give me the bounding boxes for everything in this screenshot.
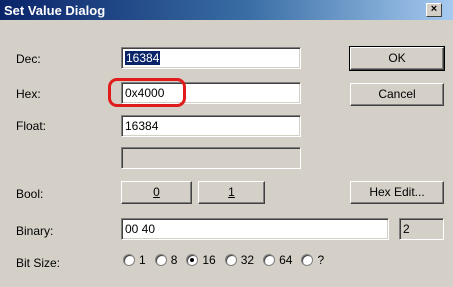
bit-size-option-label: 32	[240, 253, 255, 267]
bit-size-option-label: ?	[317, 253, 325, 267]
radio-button-icon	[301, 254, 314, 266]
ok-label: OK	[388, 51, 406, 65]
float-field[interactable]: 16384	[121, 115, 301, 137]
ok-button[interactable]: OK	[349, 46, 445, 71]
bit-size-label: Bit Size:	[16, 256, 61, 270]
window-title: Set Value Dialog	[4, 3, 106, 18]
bit-size-option-label: 64	[279, 253, 293, 267]
extra-field	[121, 147, 301, 169]
bool-label: Bool:	[16, 187, 44, 201]
close-icon: ×	[430, 3, 438, 15]
bit-size-option-64[interactable]: 64	[263, 253, 292, 267]
bit-size-option-32[interactable]: 32	[224, 253, 255, 267]
bit-size-option-label: 8	[170, 253, 178, 267]
bool-false-button[interactable]: 0	[121, 181, 192, 204]
close-button[interactable]: ×	[426, 3, 442, 17]
bit-size-option-16[interactable]: 16	[186, 253, 216, 267]
bit-size-option-label: 16	[202, 253, 216, 267]
dec-value: 16384	[125, 51, 161, 65]
bool-true-label: 1	[228, 185, 235, 199]
radio-button-icon	[186, 254, 199, 266]
binary-value: 00 40	[125, 222, 156, 236]
binary-field[interactable]: 00 40	[121, 218, 389, 240]
dec-label: Dec:	[16, 52, 41, 66]
float-value: 16384	[125, 119, 159, 133]
binary-label: Binary:	[16, 224, 54, 238]
binary-count-field: 2	[399, 218, 444, 240]
float-label: Float:	[16, 119, 47, 133]
bit-size-option-8[interactable]: 8	[154, 253, 178, 267]
hex-label: Hex:	[16, 87, 41, 101]
radio-button-icon	[263, 254, 276, 266]
bit-size-option-1[interactable]: 1	[123, 253, 146, 267]
dec-field[interactable]: 16384	[121, 47, 301, 69]
bit-size-group: 1 8 16 32 64 ?	[123, 253, 333, 267]
bit-size-option-label: 1	[139, 253, 146, 267]
cancel-label: Cancel	[378, 87, 416, 101]
hex-edit-label: Hex Edit...	[369, 185, 425, 199]
highlight-annotation	[108, 78, 186, 107]
cancel-button[interactable]: Cancel	[350, 83, 444, 106]
radio-button-icon	[224, 254, 237, 266]
radio-button-icon	[123, 254, 135, 266]
hex-edit-button[interactable]: Hex Edit...	[350, 181, 444, 204]
bit-size-option-question[interactable]: ?	[301, 253, 324, 267]
binary-count-value: 2	[403, 222, 410, 236]
bool-false-label: 0	[153, 185, 160, 199]
bool-true-button[interactable]: 1	[198, 181, 265, 204]
radio-button-icon	[154, 254, 167, 266]
title-bar: Set Value Dialog ×	[0, 0, 453, 20]
